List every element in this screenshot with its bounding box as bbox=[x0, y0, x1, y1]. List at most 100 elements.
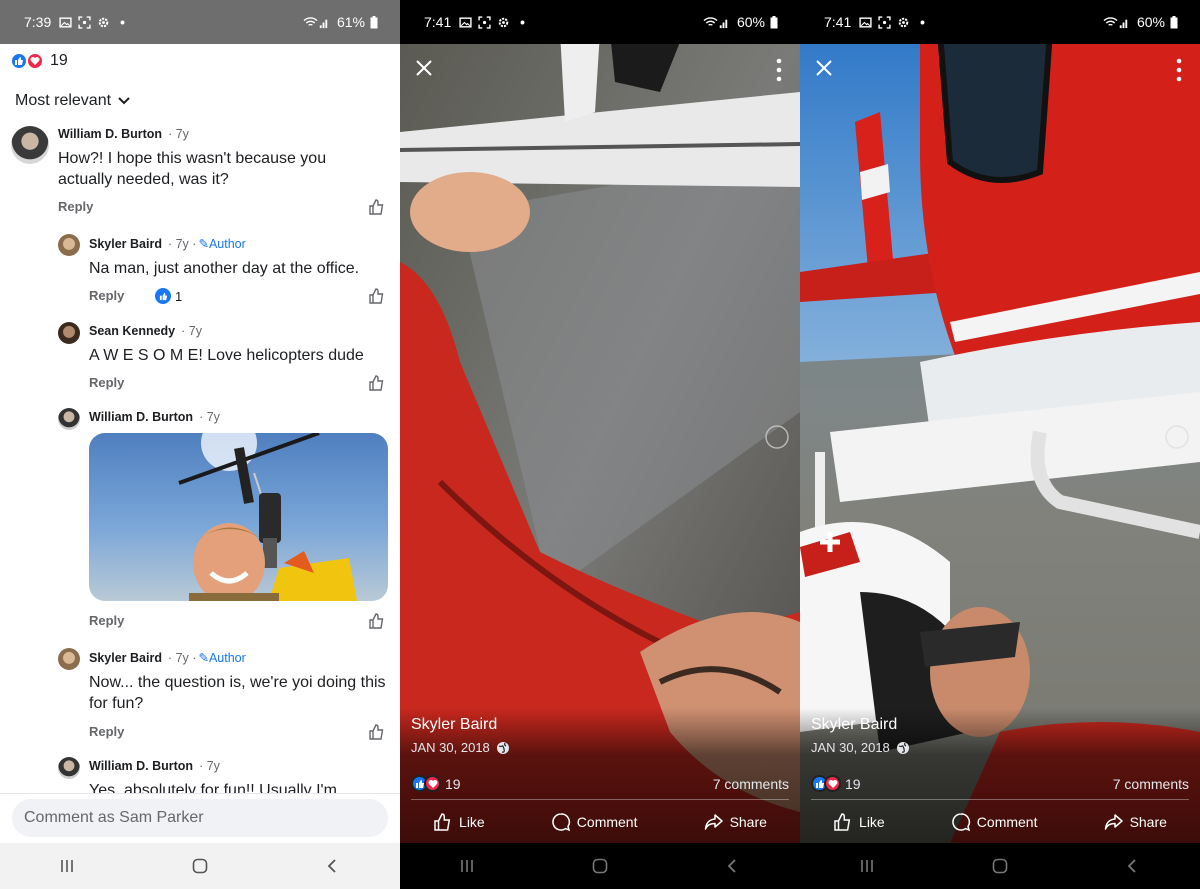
globe-icon bbox=[496, 741, 509, 754]
notification-icons bbox=[59, 15, 129, 29]
reply-button[interactable]: Reply bbox=[89, 613, 124, 628]
like-button[interactable]: Like bbox=[833, 812, 885, 832]
sort-dropdown[interactable]: Most relevant bbox=[15, 92, 131, 110]
commenter-name[interactable]: Sean Kennedy · 7y bbox=[89, 324, 202, 338]
commenter-name[interactable]: William D. Burton · 7y bbox=[89, 759, 220, 773]
avatar[interactable] bbox=[11, 126, 49, 164]
comment-bubble-icon bbox=[552, 813, 570, 832]
comment-like-count[interactable]: 1 bbox=[155, 288, 182, 304]
avatar[interactable] bbox=[58, 757, 80, 779]
like-thumb-icon[interactable] bbox=[368, 723, 386, 741]
comment-input[interactable]: Comment as Sam Parker bbox=[12, 799, 388, 837]
dot-icon bbox=[520, 20, 525, 24]
reply-button[interactable]: Reply bbox=[89, 375, 124, 390]
comment-text: Yes, absolutely for fun!! Usually I'm bbox=[89, 782, 337, 793]
back-icon[interactable] bbox=[724, 857, 742, 875]
divider bbox=[411, 799, 789, 800]
more-options-icon[interactable] bbox=[776, 58, 782, 82]
helicopter-selfie-image bbox=[178, 433, 357, 601]
avatar[interactable] bbox=[58, 408, 80, 430]
comment-text: How?! I hope this wasn't because you act… bbox=[58, 150, 327, 188]
gallery-icon bbox=[59, 16, 72, 28]
reaction-summary[interactable]: 19 bbox=[411, 775, 461, 792]
notification-icons bbox=[459, 15, 529, 29]
avatar[interactable] bbox=[58, 234, 80, 256]
dot-icon bbox=[920, 20, 925, 24]
reply-button[interactable]: Reply bbox=[89, 288, 124, 303]
comment-button[interactable]: Comment bbox=[951, 812, 1037, 832]
post-date: JAN 30, 2018 bbox=[411, 740, 510, 755]
wifi-signal-icon bbox=[1103, 16, 1128, 28]
battery-percent: 61% bbox=[336, 14, 365, 30]
like-button[interactable]: Like bbox=[433, 812, 485, 832]
status-time: 7:41 bbox=[424, 14, 452, 30]
close-icon[interactable] bbox=[814, 58, 834, 78]
commenter-name[interactable]: Skyler Baird · 7y · ✎Author bbox=[89, 236, 246, 251]
comment-button[interactable]: Comment bbox=[551, 812, 637, 832]
share-arrow-icon bbox=[1104, 814, 1123, 830]
like-thumb-icon[interactable] bbox=[368, 198, 386, 216]
comments-count-link[interactable]: 7 comments bbox=[1113, 776, 1189, 792]
home-icon[interactable] bbox=[191, 857, 209, 875]
dot-icon bbox=[120, 20, 125, 24]
author-badge: ✎Author bbox=[198, 237, 246, 251]
commenter-name[interactable]: William D. Burton · 7y bbox=[89, 410, 220, 424]
settings-gear-icon bbox=[98, 17, 109, 27]
recents-icon[interactable] bbox=[858, 857, 876, 875]
gallery-icon bbox=[859, 16, 872, 28]
love-reaction-icon bbox=[824, 775, 841, 792]
love-reaction-icon bbox=[26, 52, 44, 70]
reaction-count: 19 bbox=[445, 775, 461, 792]
home-icon[interactable] bbox=[991, 857, 1009, 875]
screenshot-icon bbox=[78, 15, 91, 29]
comment-reply: William D. Burton · 7y Yes, absolutely fo… bbox=[0, 755, 400, 793]
action-bar: Like Comment Share bbox=[400, 808, 800, 836]
action-bar: Like Comment Share bbox=[800, 808, 1200, 836]
android-nav-bar bbox=[0, 843, 400, 889]
back-icon[interactable] bbox=[1124, 857, 1142, 875]
like-thumb-icon[interactable] bbox=[368, 612, 386, 630]
battery-icon bbox=[370, 15, 378, 28]
share-button[interactable]: Share bbox=[704, 812, 767, 832]
reaction-summary[interactable]: 19 bbox=[10, 52, 68, 70]
reply-button[interactable]: Reply bbox=[58, 199, 93, 214]
reply-button[interactable]: Reply bbox=[89, 724, 124, 739]
battery-icon bbox=[1170, 15, 1178, 28]
more-options-icon[interactable] bbox=[1176, 58, 1182, 82]
status-right: 60% bbox=[702, 14, 778, 30]
close-icon[interactable] bbox=[414, 58, 434, 78]
share-button[interactable]: Share bbox=[1104, 812, 1167, 832]
settings-gear-icon bbox=[898, 17, 909, 27]
avatar[interactable] bbox=[58, 648, 80, 670]
comment-bubble-icon bbox=[952, 813, 970, 832]
recents-icon[interactable] bbox=[458, 857, 476, 875]
post-author[interactable]: Skyler Baird bbox=[411, 716, 497, 734]
commenter-name[interactable]: William D. Burton · 7y bbox=[58, 127, 189, 141]
comment-composer: Comment as Sam Parker bbox=[0, 793, 400, 843]
reaction-count: 19 bbox=[50, 52, 68, 69]
like-thumb-icon[interactable] bbox=[368, 374, 386, 392]
home-icon[interactable] bbox=[591, 857, 609, 875]
status-right: 60% bbox=[1102, 14, 1178, 30]
reaction-summary[interactable]: 19 bbox=[811, 775, 861, 792]
gallery-icon bbox=[459, 16, 472, 28]
like-thumb-icon bbox=[434, 813, 451, 831]
recents-icon[interactable] bbox=[58, 857, 76, 875]
author-badge: ✎Author bbox=[198, 651, 246, 665]
android-nav-bar bbox=[400, 843, 800, 889]
comments-count-link[interactable]: 7 comments bbox=[713, 776, 789, 792]
back-icon[interactable] bbox=[324, 857, 342, 875]
android-nav-bar bbox=[800, 843, 1200, 889]
comment-photo[interactable] bbox=[89, 433, 388, 601]
commenter-name[interactable]: Skyler Baird · 7y · ✎Author bbox=[89, 650, 246, 665]
photo-viewer-1: 7:41 60% Skyler Baird JAN 30, 2018 19 7 … bbox=[400, 0, 800, 889]
wifi-signal-icon bbox=[303, 16, 328, 28]
chevron-down-icon bbox=[118, 97, 130, 105]
comment-text: A W E S O M E! Love helicopters dude bbox=[89, 347, 364, 364]
notification-icons bbox=[859, 15, 929, 29]
status-right: 61% bbox=[302, 14, 378, 30]
settings-gear-icon bbox=[498, 17, 509, 27]
post-author[interactable]: Skyler Baird bbox=[811, 716, 897, 734]
avatar[interactable] bbox=[58, 322, 80, 344]
like-thumb-icon[interactable] bbox=[368, 287, 386, 305]
